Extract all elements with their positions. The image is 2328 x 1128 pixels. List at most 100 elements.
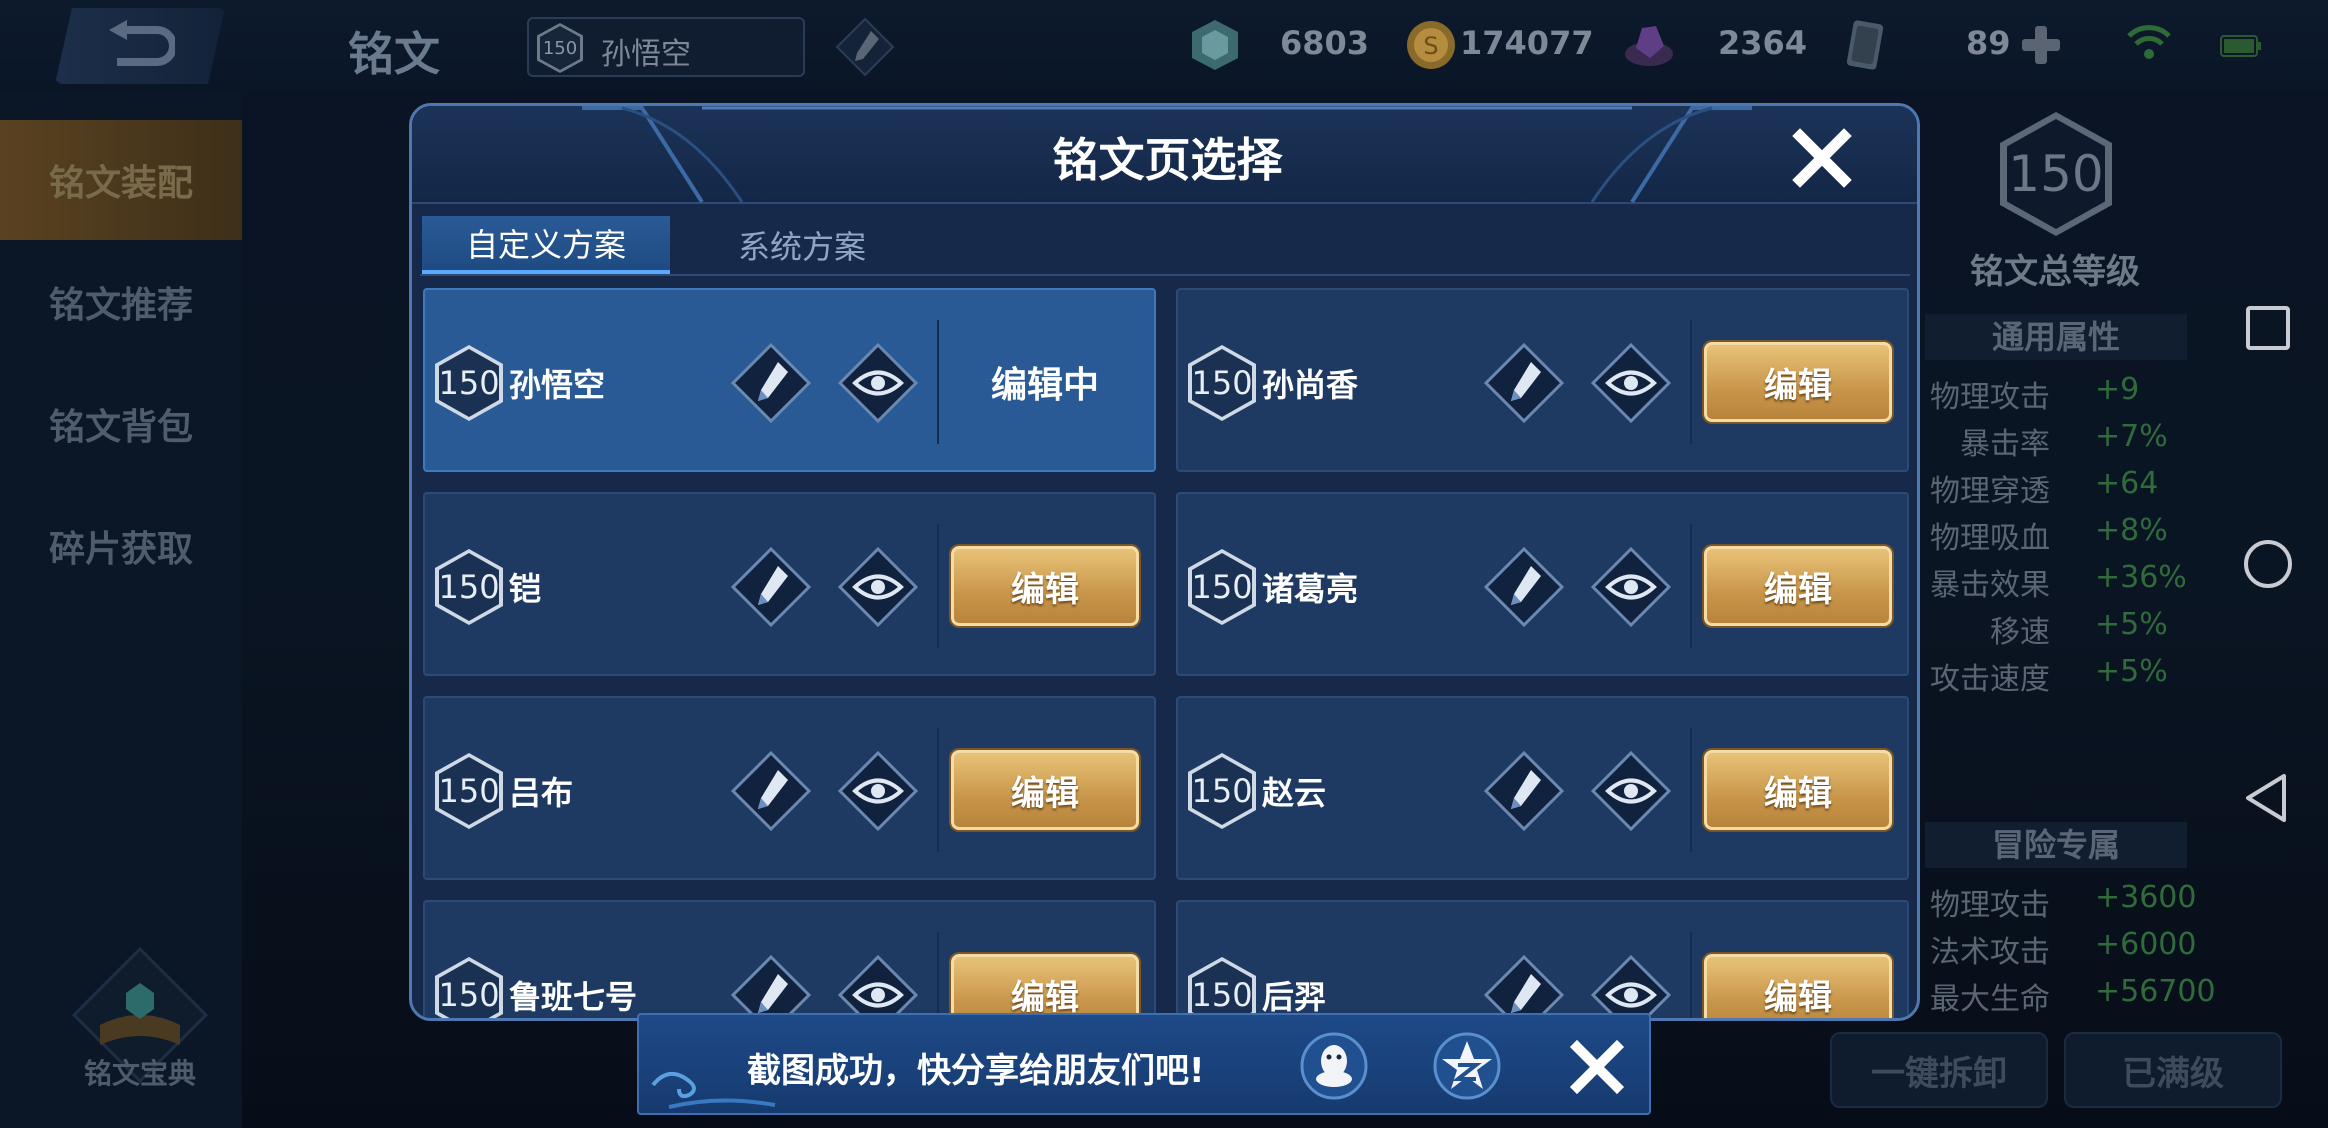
page-level-badge: 150 xyxy=(435,345,503,421)
hero-name: 孙悟空 xyxy=(601,37,691,72)
edit-button[interactable]: 编辑 xyxy=(951,546,1139,626)
rename-pencil-icon[interactable] xyxy=(1483,750,1565,832)
hero-name: 孙悟空 xyxy=(509,366,606,404)
rename-pencil-icon[interactable] xyxy=(730,750,812,832)
resource-gold: S 174077 xyxy=(1404,14,1604,76)
page-level-badge: 150 xyxy=(435,957,503,1018)
hero-level-badge: 150 xyxy=(537,23,583,73)
maxed-button[interactable]: 已满级 xyxy=(2064,1032,2282,1108)
divider xyxy=(937,320,939,444)
sidebar-item-fragments[interactable]: 碎片获取 xyxy=(0,486,242,606)
current-hero-selector[interactable]: 150 孙悟空 xyxy=(527,17,805,77)
attr-row: 移速 +5% xyxy=(1990,607,2168,650)
resource-crystal: 2364 xyxy=(1622,14,1807,76)
divider xyxy=(937,728,939,852)
rune-page-card[interactable]: 150 后羿 编辑 xyxy=(1176,900,1909,1018)
rune-page-select-dialog: 铭文页选择 自定义方案 系统方案 150 孙悟空 编辑中 150 孙尚香 编辑 150 铠编辑… xyxy=(409,103,1920,1021)
divider xyxy=(937,524,939,648)
edit-button[interactable]: 编辑 xyxy=(1704,546,1892,626)
hero-name: 后羿 xyxy=(1262,978,1327,1016)
total-level-label: 铭文总等级 xyxy=(1970,252,2140,292)
preview-eye-icon[interactable] xyxy=(1590,954,1672,1018)
edit-button[interactable]: 编辑 xyxy=(1704,342,1892,422)
rune-page-grid: 150 孙悟空 编辑中 150 孙尚香 编辑 150 铠编辑 150 诸葛亮 编辑 150 吕布 编辑 15… xyxy=(412,106,1917,1018)
editing-status: 编辑中 xyxy=(990,365,1099,406)
preview-eye-icon[interactable] xyxy=(1590,546,1672,628)
hero-name: 诸葛亮 xyxy=(1262,570,1359,608)
page-level-badge: 150 xyxy=(1188,345,1256,421)
back-button[interactable] xyxy=(55,8,225,84)
rune-page-card[interactable]: 150 赵云 编辑 xyxy=(1176,696,1909,880)
rename-pencil-icon[interactable] xyxy=(835,17,895,77)
sidebar-item-backpack[interactable]: 铭文背包 xyxy=(0,364,242,484)
rename-pencil-icon[interactable] xyxy=(730,342,812,424)
dismantle-all-button[interactable]: 一键拆卸 xyxy=(1830,1032,2048,1108)
rename-pencil-icon[interactable] xyxy=(1483,546,1565,628)
resource-gems: 6803 xyxy=(1188,14,1378,76)
rune-page-card[interactable]: 150 诸葛亮 编辑 xyxy=(1176,492,1909,676)
edit-button[interactable]: 编辑 xyxy=(951,750,1139,830)
hero-name: 铠 xyxy=(509,570,542,608)
rune-page-card[interactable]: 150 孙悟空 编辑中 xyxy=(423,288,1156,472)
screenshot-share-toast: 截图成功，快分享给朋友们吧! xyxy=(637,1013,1651,1115)
rename-pencil-icon[interactable] xyxy=(1483,342,1565,424)
rename-pencil-icon[interactable] xyxy=(1483,954,1565,1018)
rename-pencil-icon[interactable] xyxy=(730,954,812,1018)
divider xyxy=(1690,932,1692,1018)
rune-book-label: 铭文宝典 xyxy=(83,1057,196,1090)
rune-page-card[interactable]: 150 孙尚香 编辑 xyxy=(1176,288,1909,472)
attr-row: 暴击效果 +36% xyxy=(1930,560,2187,603)
preview-eye-icon[interactable] xyxy=(1590,342,1672,424)
wifi-icon xyxy=(2127,25,2171,59)
rune-page-card[interactable]: 150 吕布 编辑 xyxy=(423,696,1156,880)
preview-eye-icon[interactable] xyxy=(837,954,919,1018)
divider xyxy=(1690,320,1692,444)
toast-close-icon[interactable] xyxy=(1569,1039,1625,1095)
attr-row: 物理吸血 +8% xyxy=(1930,513,2168,556)
hero-name: 鲁班七号 xyxy=(509,978,638,1016)
page-level-badge: 150 xyxy=(1188,753,1256,829)
home-circle-icon[interactable] xyxy=(2240,536,2296,592)
divider xyxy=(1690,728,1692,852)
rename-pencil-icon[interactable] xyxy=(730,546,812,628)
hero-name: 吕布 xyxy=(509,774,574,812)
svg-text:S: S xyxy=(1423,32,1438,60)
preview-eye-icon[interactable] xyxy=(1590,750,1672,832)
edit-button[interactable]: 编辑 xyxy=(951,954,1139,1018)
adventure-attributes-heading: 冒险专属 xyxy=(1925,822,2187,868)
edit-button[interactable]: 编辑 xyxy=(1704,954,1892,1018)
sidebar-item-recommend[interactable]: 铭文推荐 xyxy=(0,242,242,362)
add-plus-icon[interactable] xyxy=(2016,20,2066,70)
attr-row: 法术攻击 +6000 xyxy=(1930,927,2197,970)
rune-page-card[interactable]: 150 铠 编辑 xyxy=(423,492,1156,676)
toast-message: 截图成功，快分享给朋友们吧! xyxy=(747,1051,1205,1091)
edit-button[interactable]: 编辑 xyxy=(1704,750,1892,830)
back-triangle-icon[interactable] xyxy=(2240,770,2296,826)
page-title: 铭文 xyxy=(348,27,440,81)
preview-eye-icon[interactable] xyxy=(837,546,919,628)
top-bar: 铭文 150 孙悟空 6803 S 174077 2364 89 xyxy=(0,0,2328,92)
rune-page-card[interactable]: 150 鲁班七号 编辑 xyxy=(423,900,1156,1018)
preview-eye-icon[interactable] xyxy=(837,342,919,424)
resource-cards: 89 xyxy=(1838,14,2028,76)
divider xyxy=(1690,524,1692,648)
shield-gem-icon xyxy=(1192,20,1238,70)
page-level-badge: 150 xyxy=(435,753,503,829)
attr-row: 攻击速度 +5% xyxy=(1930,654,2168,697)
back-arrow-icon xyxy=(109,20,175,66)
sidebar-item-equip[interactable]: 铭文装配 xyxy=(0,120,242,240)
attr-row: 物理攻击 +9 xyxy=(1930,372,2140,415)
gold-coin-icon: S xyxy=(1407,21,1455,69)
purple-crystal-icon xyxy=(1625,26,1673,66)
card-ticket-icon xyxy=(1846,20,1884,70)
qq-share-icon[interactable] xyxy=(1299,1031,1369,1101)
general-attributes-heading: 通用属性 xyxy=(1925,314,2187,360)
attr-row: 暴击率 +7% xyxy=(1960,419,2168,462)
hero-name: 孙尚香 xyxy=(1262,366,1359,404)
recents-square-icon[interactable] xyxy=(2240,300,2296,356)
preview-eye-icon[interactable] xyxy=(837,750,919,832)
page-level-badge: 150 xyxy=(1188,957,1256,1018)
attr-row: 物理穿透 +64 xyxy=(1930,466,2159,509)
hero-name: 赵云 xyxy=(1262,774,1327,812)
qzone-share-icon[interactable] xyxy=(1432,1031,1502,1101)
